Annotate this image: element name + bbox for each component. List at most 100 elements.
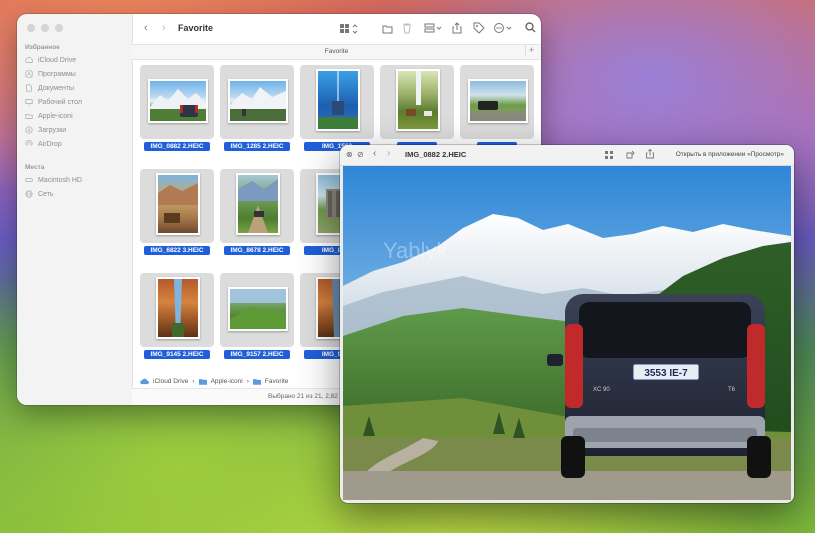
tag-icon[interactable]: [473, 22, 485, 34]
file-thumbnail: [396, 69, 440, 131]
breadcrumb-separator: ›: [192, 378, 195, 385]
window-controls: [27, 24, 63, 32]
close-icon[interactable]: ⊗: [346, 150, 353, 159]
file-item[interactable]: IMG_0882 2.HEIC: [140, 65, 214, 151]
file-thumbnail: [228, 287, 288, 331]
photo-mountain-car: 3553 IE-7 XC 90 T6 Yablyk: [343, 166, 791, 500]
file-thumbnail: [156, 277, 200, 339]
sidebar-item-label: Загрузки: [38, 126, 67, 134]
close-window-button[interactable]: [27, 24, 35, 32]
file-item[interactable]: IMG_9157 2.HEIC: [220, 273, 294, 359]
file-item[interactable]: IMG_8678 2.HEIC: [220, 169, 294, 255]
sidebar-item-label: Macintosh HD: [38, 176, 82, 184]
new-folder-icon[interactable]: [382, 23, 393, 34]
quicklook-image: 3553 IE-7 XC 90 T6 Yablyk: [343, 166, 791, 500]
model-badge: XC 90: [593, 387, 610, 393]
file-thumbnail: [156, 173, 200, 235]
file-item[interactable]: IMG_1285 2.HEIC: [220, 65, 294, 151]
file-name: IMG_1285 2.HEIC: [224, 142, 290, 151]
forward-icon[interactable]: ›: [162, 22, 166, 34]
grid-view-icon[interactable]: [605, 151, 613, 159]
back-icon[interactable]: ‹: [373, 148, 376, 159]
sidebar-item-applications[interactable]: Программы: [25, 70, 76, 78]
search-icon[interactable]: [525, 22, 536, 33]
sidebar-item-documents[interactable]: Документы: [25, 84, 74, 92]
sidebar-section-places: Места: [25, 164, 45, 171]
download-icon: [25, 126, 33, 134]
sidebar-item-desktop[interactable]: Рабочий стол: [25, 98, 82, 106]
file-thumbnail: [228, 79, 288, 123]
sidebar-item-label: Apple-iconi: [38, 112, 73, 120]
status-text: Выбрано 21 из 21, 2,82: [268, 393, 338, 400]
add-tab-button[interactable]: +: [525, 45, 537, 56]
sidebar-item-macintosh-hd[interactable]: Macintosh HD: [25, 176, 82, 184]
folder-icon: [252, 379, 261, 385]
folder-icon: [198, 379, 207, 385]
open-in-preview-button[interactable]: Открыть в приложении «Просмотр»: [676, 151, 784, 158]
file-thumbnail: [236, 173, 280, 235]
desktop-icon: [25, 99, 33, 106]
more-actions-icon[interactable]: [494, 23, 514, 34]
file-thumbnail: [316, 69, 360, 131]
disk-icon: [25, 178, 33, 182]
group-icon[interactable]: [424, 23, 442, 34]
sidebar-item-downloads[interactable]: Загрузки: [25, 126, 66, 134]
airdrop-icon: [25, 140, 33, 146]
path-header: Favorite: [132, 44, 541, 60]
view-grid-icon[interactable]: [340, 24, 360, 34]
folder-icon: [25, 114, 33, 119]
watermark: Yablyk: [383, 238, 448, 263]
document-icon: [26, 84, 32, 92]
fullscreen-icon[interactable]: ⊘: [357, 150, 364, 159]
sidebar-item-label: Программы: [38, 70, 76, 78]
file-item[interactable]: [460, 65, 534, 151]
apps-icon: [25, 70, 33, 78]
sidebar-item-airdrop[interactable]: AirDrop: [25, 140, 62, 148]
file-thumbnail: [468, 79, 528, 123]
forward-icon[interactable]: ›: [387, 148, 390, 159]
rotate-icon[interactable]: [626, 150, 635, 159]
car-rear: 3553 IE-7 XC 90 T6: [547, 294, 771, 478]
breadcrumb-item[interactable]: Favorite: [265, 378, 288, 385]
file-thumbnail: [148, 79, 208, 123]
globe-icon: [25, 190, 33, 198]
finder-toolbar: ‹ › Favorite: [132, 14, 541, 44]
file-item[interactable]: [380, 65, 454, 151]
sidebar-item-label: Документы: [38, 84, 75, 92]
file-name: IMG_9145 2.HEIC: [144, 350, 210, 359]
finder-sidebar: Избранное iCloud Drive Программы Докумен…: [17, 14, 133, 405]
file-name: IMG_0882 2.HEIC: [144, 142, 210, 151]
file-name: IMG_9157 2.HEIC: [224, 350, 290, 359]
cloud-icon: [25, 57, 33, 63]
sidebar-item-icloud-drive[interactable]: iCloud Drive: [25, 56, 76, 64]
back-icon[interactable]: ‹: [144, 22, 148, 34]
sidebar-item-apple-iconi[interactable]: Apple-iconi: [25, 112, 73, 120]
sidebar-section-favorites: Избранное: [25, 44, 60, 51]
file-item[interactable]: IMG_1562: [300, 65, 374, 151]
file-item[interactable]: IMG_9145 2.HEIC: [140, 273, 214, 359]
window-title: Favorite: [178, 23, 214, 33]
file-name: IMG_6822 3.HEIC: [144, 246, 210, 255]
license-plate: 3553 IE-7: [644, 368, 688, 379]
share-icon[interactable]: [646, 149, 654, 159]
quicklook-window: ⊗ ⊘ ‹ › IMG_0882 2.HEIC Открыть в прилож…: [340, 145, 794, 503]
quicklook-toolbar: ⊗ ⊘ ‹ › IMG_0882 2.HEIC Открыть в прилож…: [340, 145, 794, 166]
sidebar-item-label: Рабочий стол: [38, 98, 82, 106]
file-name: IMG_8678 2.HEIC: [224, 246, 290, 255]
breadcrumb-separator: ›: [246, 378, 249, 385]
sidebar-item-label: iCloud Drive: [38, 56, 77, 64]
file-item[interactable]: IMG_6822 3.HEIC: [140, 169, 214, 255]
sidebar-item-network[interactable]: Сеть: [25, 190, 54, 198]
engine-badge: T6: [728, 387, 736, 393]
breadcrumb-item[interactable]: iCloud Drive: [153, 378, 188, 385]
quicklook-title: IMG_0882 2.HEIC: [405, 150, 467, 159]
breadcrumb: iCloud Drive › Apple-iconi › Favorite: [140, 378, 288, 385]
share-icon[interactable]: [452, 22, 462, 34]
minimize-window-button[interactable]: [41, 24, 49, 32]
breadcrumb-item[interactable]: Apple-iconi: [211, 378, 243, 385]
cloud-icon: [140, 378, 149, 385]
sidebar-item-label: AirDrop: [38, 140, 62, 148]
trash-icon[interactable]: [402, 23, 412, 34]
sidebar-item-label: Сеть: [38, 190, 54, 198]
zoom-window-button[interactable]: [55, 24, 63, 32]
